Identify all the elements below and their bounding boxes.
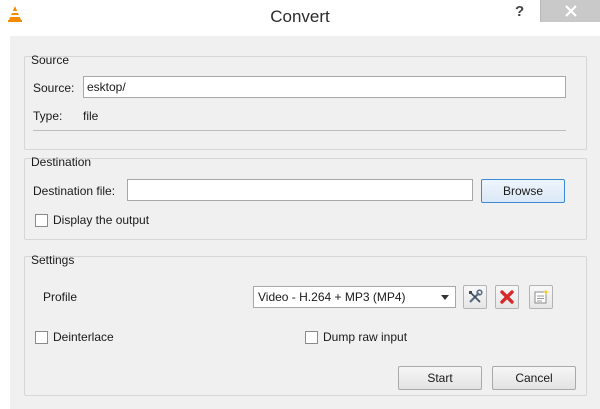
destination-group-title: Destination <box>31 155 92 169</box>
destination-group: Destination Destination file: Browse Dis… <box>24 155 587 240</box>
display-output-checkbox[interactable] <box>35 214 48 227</box>
dump-raw-input-checkbox[interactable] <box>305 331 318 344</box>
help-button[interactable]: ? <box>515 3 524 20</box>
new-profile-button[interactable] <box>529 285 553 309</box>
start-button[interactable]: Start <box>398 366 482 390</box>
window-title: Convert <box>270 7 330 26</box>
cancel-button[interactable]: Cancel <box>492 366 576 390</box>
display-output-label: Display the output <box>53 213 150 227</box>
edit-profile-button[interactable] <box>463 285 487 309</box>
source-label: Source: <box>33 81 75 95</box>
dump-raw-input-label: Dump raw input <box>323 330 408 344</box>
title-bar: Convert ? <box>0 0 600 36</box>
type-label: Type: <box>33 109 63 123</box>
source-group: Source Source: Type: file <box>24 53 587 150</box>
close-button[interactable] <box>540 0 600 22</box>
source-divider <box>33 130 566 131</box>
destination-file-label: Destination file: <box>33 184 116 198</box>
profile-select[interactable]: Video - H.264 + MP3 (MP4) <box>253 286 456 308</box>
browse-button[interactable]: Browse <box>481 179 565 203</box>
source-field[interactable] <box>83 76 566 98</box>
deinterlace-checkbox[interactable] <box>35 331 48 344</box>
delete-profile-button[interactable] <box>495 285 519 309</box>
profile-select-value: Video - H.264 + MP3 (MP4) <box>258 290 406 304</box>
chevron-down-icon <box>441 295 449 300</box>
source-group-title: Source <box>31 53 70 67</box>
dialog-content: Source Source: Type: file Destination De… <box>10 36 600 409</box>
type-value: file <box>83 109 99 123</box>
settings-group-title: Settings <box>31 253 75 267</box>
destination-file-input[interactable] <box>127 179 473 201</box>
profile-label: Profile <box>43 290 78 304</box>
convert-dialog: Convert ? Source Source: Type: file Dest… <box>0 0 600 409</box>
deinterlace-label: Deinterlace <box>53 330 114 344</box>
